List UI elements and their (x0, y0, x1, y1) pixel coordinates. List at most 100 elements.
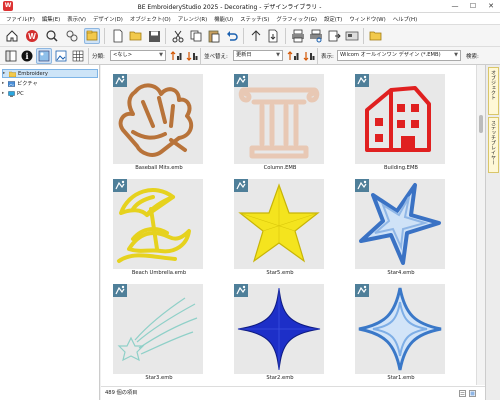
design-filename: Beach Umbrella.emb (131, 270, 187, 276)
tab-stitch-player[interactable]: ステッチプレイヤー (488, 117, 499, 173)
maximize-icon[interactable]: ☐ (464, 0, 482, 13)
design-thumbnail-grid: Baseball Mits.emb Column.EMB Building.EM… (101, 65, 485, 400)
design-thumbnail[interactable] (355, 74, 445, 164)
menu-view[interactable]: 表示(V) (67, 15, 86, 23)
sort-ascending-2-icon[interactable] (285, 48, 301, 64)
hoop-icon[interactable] (44, 28, 60, 44)
menu-help[interactable]: ヘルプ(H) (393, 15, 417, 23)
print-preview-icon[interactable] (308, 28, 324, 44)
pointer-icon[interactable] (248, 28, 264, 44)
design-thumbnail[interactable] (234, 284, 324, 374)
menu-arrange[interactable]: アレンジ(R) (178, 15, 208, 23)
menu-object[interactable]: オブジェクト(O) (130, 15, 171, 23)
tab-objects[interactable]: オブジェクト (488, 67, 499, 115)
star4-icon (359, 183, 441, 265)
menu-file[interactable]: ファイル(F) (6, 15, 35, 23)
menu-stitch[interactable]: ステッチ(S) (240, 15, 269, 23)
embroidery-file-badge-icon (113, 284, 127, 297)
baseball-mitt-icon (118, 83, 194, 157)
display-filter-dropdown[interactable]: Wilcom オールインワン デザイン (*.EMB) ▼ (337, 50, 461, 61)
undo-icon[interactable] (224, 28, 240, 44)
design-item[interactable]: Building.EMB (349, 68, 453, 172)
folder-tree-icon[interactable] (3, 48, 19, 64)
design-thumbnail[interactable] (355, 284, 445, 374)
design-library-icon[interactable] (84, 28, 100, 44)
home-icon[interactable] (4, 28, 20, 44)
design-item[interactable]: Baseball Mits.emb (107, 68, 211, 172)
folder-icon[interactable] (368, 28, 384, 44)
design-item[interactable]: Star4.emb (349, 173, 453, 277)
design-item[interactable]: Star2.emb (228, 278, 332, 382)
close-icon[interactable]: ✕ (482, 0, 500, 13)
vertical-scrollbar[interactable] (476, 65, 485, 385)
menu-edit[interactable]: 編集(E) (42, 15, 60, 23)
menu-function[interactable]: 機能(U) (214, 15, 233, 23)
computer-icon (8, 90, 15, 97)
menu-graphic[interactable]: グラフィック(G) (276, 15, 317, 23)
embroidery-file-badge-icon (234, 74, 248, 87)
menu-design[interactable]: デザイン(D) (93, 15, 123, 23)
design-item[interactable]: Beach Umbrella.emb (107, 173, 211, 277)
tree-item-embroidery[interactable]: ▸ Embroidery (2, 69, 98, 78)
group-dropdown[interactable]: <なし> ▼ (110, 50, 166, 61)
menu-window[interactable]: ウィンドウ(W) (349, 15, 386, 23)
sort-dropdown[interactable]: 更新日 ▼ (233, 50, 283, 61)
stitch-edit-icon[interactable] (64, 28, 80, 44)
group-label: 分類: (92, 54, 105, 60)
docked-panels: オブジェクト ステッチプレイヤー (485, 65, 500, 400)
folder-icon (9, 71, 16, 77)
print-icon[interactable] (290, 28, 306, 44)
wilcom-logo-icon[interactable]: W (24, 28, 40, 44)
machine-icon[interactable] (344, 28, 360, 44)
design-item[interactable]: Star5.emb (228, 173, 332, 277)
minimize-icon[interactable]: — (446, 0, 464, 13)
chevron-down-icon: ▼ (276, 52, 280, 58)
pictures-folder-icon (8, 80, 15, 87)
open-file-icon[interactable] (128, 28, 144, 44)
design-thumbnail[interactable] (113, 284, 203, 374)
thumbnail-view-icon[interactable] (36, 48, 52, 64)
design-thumbnail[interactable] (113, 179, 203, 269)
tree-item-label: PC (17, 90, 24, 97)
sort-dropdown-value: 更新日 (236, 52, 252, 58)
design-thumbnail[interactable] (113, 74, 203, 164)
image-icon[interactable] (53, 48, 69, 64)
sort-descending-icon[interactable] (184, 48, 200, 64)
embroidery-file-badge-icon (355, 284, 369, 297)
new-file-icon[interactable] (110, 28, 126, 44)
send-icon[interactable] (326, 28, 342, 44)
svg-text:W: W (28, 32, 36, 41)
design-filename: Baseball Mits.emb (135, 165, 183, 171)
export-icon[interactable] (266, 28, 282, 44)
building-icon (365, 86, 431, 152)
design-item[interactable]: Star3.emb (107, 278, 211, 382)
design-thumbnail[interactable] (234, 179, 324, 269)
large-icons-view-icon[interactable] (469, 390, 476, 397)
design-item[interactable]: Star1.emb (349, 278, 453, 382)
sort-descending-2-icon[interactable] (301, 48, 317, 64)
tree-item-pc[interactable]: ▸ PC (2, 89, 98, 98)
design-item[interactable]: Column.EMB (228, 68, 332, 172)
paste-icon[interactable] (206, 28, 222, 44)
cut-icon[interactable] (170, 28, 186, 44)
copy-icon[interactable] (188, 28, 204, 44)
star2-icon (237, 287, 321, 371)
design-thumbnail[interactable] (234, 74, 324, 164)
details-view-icon[interactable] (459, 390, 466, 397)
app-logo-icon: W (3, 1, 13, 11)
chevron-down-icon: ▼ (159, 52, 163, 58)
save-icon[interactable] (146, 28, 162, 44)
design-thumbnail[interactable] (355, 179, 445, 269)
tree-item-pictures[interactable]: ▸ ピクチャ (2, 79, 98, 88)
display-filter-value: Wilcom オールインワン デザイン (*.EMB) (340, 52, 441, 58)
grid-view-icon[interactable] (70, 48, 86, 64)
title-bar: W BE EmbroideryStudio 2025 - Decorating … (0, 0, 500, 13)
column-icon (238, 87, 320, 159)
scrollbar-thumb[interactable] (479, 115, 483, 133)
menu-settings[interactable]: 設定(T) (324, 15, 342, 23)
design-filename: Star2.emb (266, 375, 294, 381)
sort-ascending-icon[interactable] (168, 48, 184, 64)
info-icon[interactable]: i (19, 48, 35, 64)
star1-icon (358, 287, 442, 371)
tree-item-label: Embroidery (18, 70, 48, 77)
